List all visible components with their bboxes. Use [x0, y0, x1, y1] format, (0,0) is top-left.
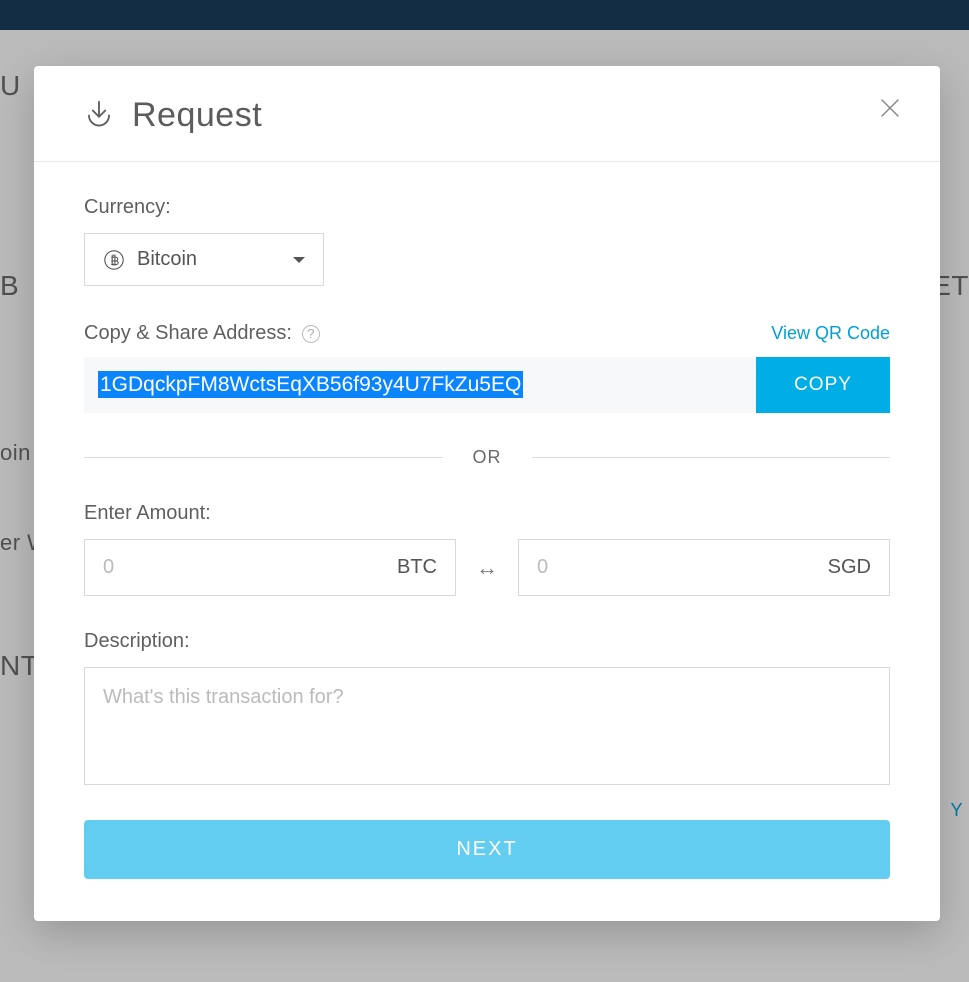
currency-select-value: Bitcoin	[103, 248, 197, 271]
amount-fiat-input[interactable]	[537, 556, 771, 579]
or-divider: OR	[84, 447, 890, 468]
address-value: 1GDqckpFM8WctsEqXB56f93y4U7FkZu5EQ	[98, 371, 523, 398]
currency-label: Currency:	[84, 196, 890, 219]
modal-overlay[interactable]: Request Currency:	[0, 30, 969, 982]
copy-button[interactable]: COPY	[756, 357, 890, 413]
modal-header: Request	[34, 66, 940, 162]
divider-line	[532, 457, 891, 458]
amount-btc-field[interactable]: BTC	[84, 539, 456, 596]
modal-title: Request	[132, 96, 262, 135]
amount-btc-unit: BTC	[397, 556, 437, 579]
view-qr-link[interactable]: View QR Code	[771, 323, 890, 344]
amount-section: Enter Amount: BTC ↔ SGD	[84, 502, 890, 596]
address-value-box[interactable]: 1GDqckpFM8WctsEqXB56f93y4U7FkZu5EQ	[84, 357, 756, 413]
or-text: OR	[473, 447, 502, 468]
currency-section: Currency: Bitcoin	[84, 196, 890, 286]
currency-select[interactable]: Bitcoin	[84, 233, 324, 286]
amount-btc-input[interactable]	[103, 556, 337, 579]
amount-fiat-field[interactable]: SGD	[518, 539, 890, 596]
top-bar	[0, 0, 969, 30]
amount-row: BTC ↔ SGD	[84, 539, 890, 596]
modal-body: Currency: Bitcoin	[34, 162, 940, 921]
swap-icon[interactable]: ↔	[476, 555, 498, 581]
address-label: Copy & Share Address:	[84, 322, 292, 345]
help-icon[interactable]: ?	[302, 325, 320, 343]
description-section: Description:	[84, 630, 890, 790]
close-button[interactable]	[878, 96, 902, 120]
next-button[interactable]: NEXT	[84, 820, 890, 879]
description-label: Description:	[84, 630, 890, 653]
amount-fiat-unit: SGD	[828, 556, 871, 579]
address-row: 1GDqckpFM8WctsEqXB56f93y4U7FkZu5EQ COPY	[84, 357, 890, 413]
chevron-down-icon	[293, 257, 305, 263]
bitcoin-icon	[103, 249, 125, 271]
amount-label: Enter Amount:	[84, 502, 890, 525]
description-input[interactable]	[84, 667, 890, 785]
address-header-row: Copy & Share Address: ? View QR Code	[84, 322, 890, 345]
request-icon	[84, 98, 114, 133]
divider-line	[84, 457, 443, 458]
address-label-wrap: Copy & Share Address: ?	[84, 322, 320, 345]
request-modal: Request Currency:	[34, 66, 940, 921]
currency-name: Bitcoin	[137, 248, 197, 271]
